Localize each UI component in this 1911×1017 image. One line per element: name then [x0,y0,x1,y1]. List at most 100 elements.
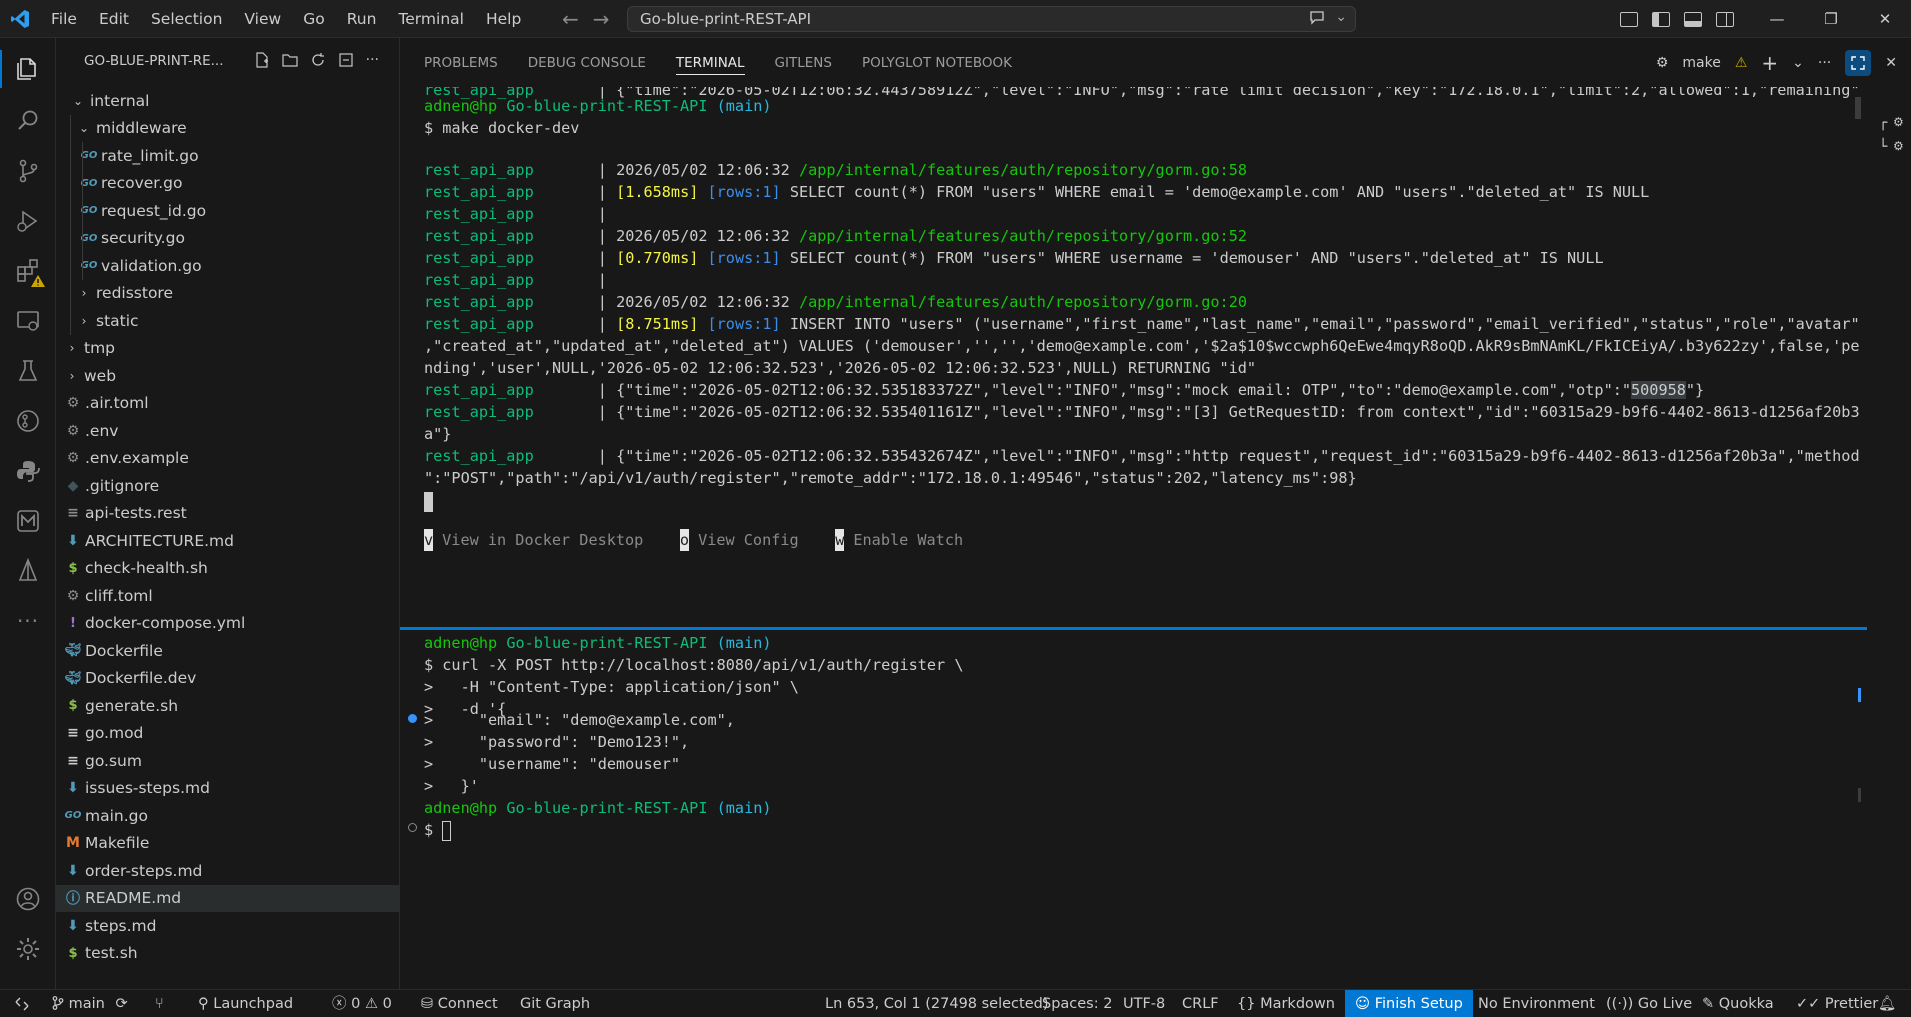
folder-item[interactable]: ⌄ middleware [56,114,400,142]
refresh-icon[interactable] [310,52,326,72]
tab-debug-console[interactable]: DEBUG CONSOLE [528,38,646,87]
problems-count[interactable]: ⓧ 0 ⚠ 0 [332,990,392,1017]
tab-problems[interactable]: PROBLEMS [424,38,498,87]
file-item[interactable]: GO main.go [56,802,400,830]
command-center-search[interactable]: Go-blue-print-REST-API ⌄ [627,6,1356,32]
file-item[interactable]: ⓘ README.md [56,884,400,912]
chevron-down-icon[interactable]: ⌄ [76,121,92,135]
forward-arrow-icon[interactable]: → [593,7,610,31]
file-item[interactable]: ⚙ .air.toml [56,390,400,418]
chevron-down-icon[interactable]: ⌄ [1335,9,1347,29]
toggle-secondary-sidebar-icon[interactable] [1716,11,1734,27]
go-live[interactable]: ((·)) Go Live [1606,990,1692,1017]
minimize-icon[interactable]: — [1750,0,1804,38]
menu-run[interactable]: Run [336,0,388,38]
language-mode[interactable]: {} Markdown [1237,990,1335,1017]
collapse-all-icon[interactable] [338,52,354,72]
tab-polyglot-notebook[interactable]: POLYGLOT NOTEBOOK [862,38,1012,87]
folder-item[interactable]: › tmp [56,335,400,363]
cursor-position[interactable]: Ln 653, Col 1 (27498 selected) [825,990,1049,1017]
new-file-icon[interactable] [254,52,270,72]
menu-selection[interactable]: Selection [140,0,233,38]
file-item[interactable]: ⬇ issues-steps.md [56,775,400,803]
file-item[interactable]: ≡ go.mod [56,720,400,748]
more-icon[interactable]: ··· [0,596,56,646]
file-item[interactable]: ⚙ cliff.toml [56,582,400,610]
run-debug-icon[interactable] [0,196,56,246]
explorer-icon[interactable] [0,44,56,94]
bash-terminal-icon[interactable]: ⚙ [1893,139,1904,153]
file-item[interactable]: 🐳︎ Dockerfile [56,637,400,665]
sails-icon[interactable] [0,546,56,596]
close-icon[interactable]: ✕ [1858,0,1911,38]
finish-setup-button[interactable]: ☺ Finish Setup [1345,990,1473,1017]
back-arrow-icon[interactable]: ← [562,7,579,31]
input-line[interactable]: $ [424,819,452,841]
file-item[interactable]: GO request_id.go [56,197,400,225]
terminal-bash[interactable]: adnen@hp Go-blue-print-REST-API (main) $… [400,627,1867,989]
source-control-icon[interactable] [0,146,56,196]
menu-view[interactable]: View [233,0,292,38]
terminal-instance-icon[interactable]: ┌ [1879,115,1887,131]
tab-gitlens[interactable]: GITLENS [775,38,832,87]
file-item[interactable]: ⚙ .env.example [56,445,400,473]
search-icon[interactable] [0,96,56,146]
new-terminal-icon[interactable]: + [1761,51,1778,75]
remote-explorer-icon[interactable] [0,296,56,346]
maximize-panel-icon[interactable] [1845,49,1872,76]
indentation[interactable]: Spaces: 2 [1042,990,1112,1017]
menu-file[interactable]: File [40,0,88,38]
workspace-title[interactable]: GO-BLUE-PRINT-RE... [84,53,224,69]
more-actions-icon[interactable]: ··· [366,52,379,72]
quokka[interactable]: ✎ Quokka [1702,990,1774,1017]
customize-layout-icon[interactable] [1620,11,1638,27]
sync-icon[interactable]: ⟳ [115,996,127,1012]
close-panel-icon[interactable]: ✕ [1885,55,1897,71]
hint-key-w[interactable]: w [835,529,844,551]
menu-edit[interactable]: Edit [88,0,140,38]
hint-key-o[interactable]: o [679,529,689,551]
file-item[interactable]: ⬇ ARCHITECTURE.md [56,527,400,555]
folder-item[interactable]: › static [56,307,400,335]
file-item[interactable]: M Makefile [56,830,400,858]
chevron-right-icon[interactable]: › [64,369,80,383]
new-folder-icon[interactable] [282,52,298,72]
scrollbar-thumb[interactable] [1855,97,1861,119]
git-branch[interactable]: main ⟳ [52,990,128,1017]
command-decoration-icon[interactable] [408,823,417,832]
command-decoration-icon[interactable] [408,714,417,723]
file-item[interactable]: $ generate.sh [56,692,400,720]
python-icon[interactable] [0,446,56,496]
copilot-chat-icon[interactable] [1309,9,1325,29]
scrollbar-thumb[interactable] [1858,788,1861,802]
menu-help[interactable]: Help [475,0,532,38]
hint-key-v[interactable]: v [424,529,433,551]
toggle-panel-icon[interactable] [1684,11,1702,27]
chevron-right-icon[interactable]: › [76,314,92,328]
file-item[interactable]: $ check-health.sh [56,555,400,583]
chevron-right-icon[interactable]: › [64,341,80,355]
menu-terminal[interactable]: Terminal [387,0,475,38]
mongodb-markdown-icon[interactable] [0,496,56,546]
file-item[interactable]: ! docker-compose.yml [56,610,400,638]
launchpad[interactable]: ⚲ Launchpad [198,990,293,1017]
chevron-down-icon[interactable]: ⌄ [1792,55,1804,71]
testing-icon[interactable] [0,346,56,396]
file-item[interactable]: GO recover.go [56,169,400,197]
chevron-down-icon[interactable]: ⌄ [70,94,86,108]
connect[interactable]: ⛁ Connect [421,990,498,1017]
notifications-bell-icon[interactable]: 🔔︎ [1878,990,1896,1017]
gitlens-icon[interactable] [0,396,56,446]
terminal-instance-icon[interactable]: └ [1879,139,1887,155]
terminal-name[interactable]: make [1682,55,1720,71]
remote-indicator-icon[interactable] [0,990,44,1017]
file-item[interactable]: GO rate_limit.go [56,142,400,170]
extensions-icon[interactable] [0,246,56,296]
file-item[interactable]: 🐳︎ Dockerfile.dev [56,665,400,693]
file-item[interactable]: $ test.sh [56,940,400,968]
menu-go[interactable]: Go [292,0,336,38]
tab-terminal[interactable]: TERMINAL [675,38,745,87]
terminal-area[interactable]: rest_api_app | {"time":"2026-05-02T12:06… [400,87,1867,989]
line-ending[interactable]: CRLF [1182,990,1219,1017]
file-item[interactable]: ⚙ .env [56,417,400,445]
